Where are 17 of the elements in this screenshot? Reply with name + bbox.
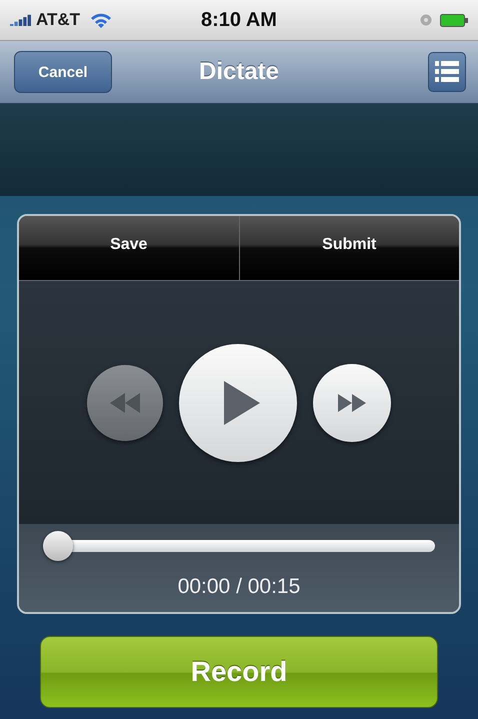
- clock-time: 8:10 AM: [201, 8, 277, 32]
- fast-forward-icon: [338, 394, 366, 412]
- playback-time: 00:00 / 00:15: [178, 575, 300, 599]
- screen-title: Dictate: [198, 58, 280, 86]
- slider-thumb[interactable]: [43, 531, 73, 561]
- progress-slider[interactable]: [43, 531, 435, 561]
- cancel-button[interactable]: Cancel: [14, 51, 112, 93]
- rewind-icon: [110, 392, 140, 412]
- signal-icon: [10, 14, 32, 26]
- submit-button[interactable]: Submit: [238, 216, 459, 280]
- list-icon: [435, 61, 459, 83]
- battery-icon: [440, 14, 468, 26]
- play-icon: [224, 380, 260, 424]
- save-button[interactable]: Save: [19, 216, 238, 280]
- carrier-name: AT&T: [36, 10, 80, 30]
- wifi-icon: [90, 12, 112, 28]
- list-button[interactable]: [428, 52, 466, 92]
